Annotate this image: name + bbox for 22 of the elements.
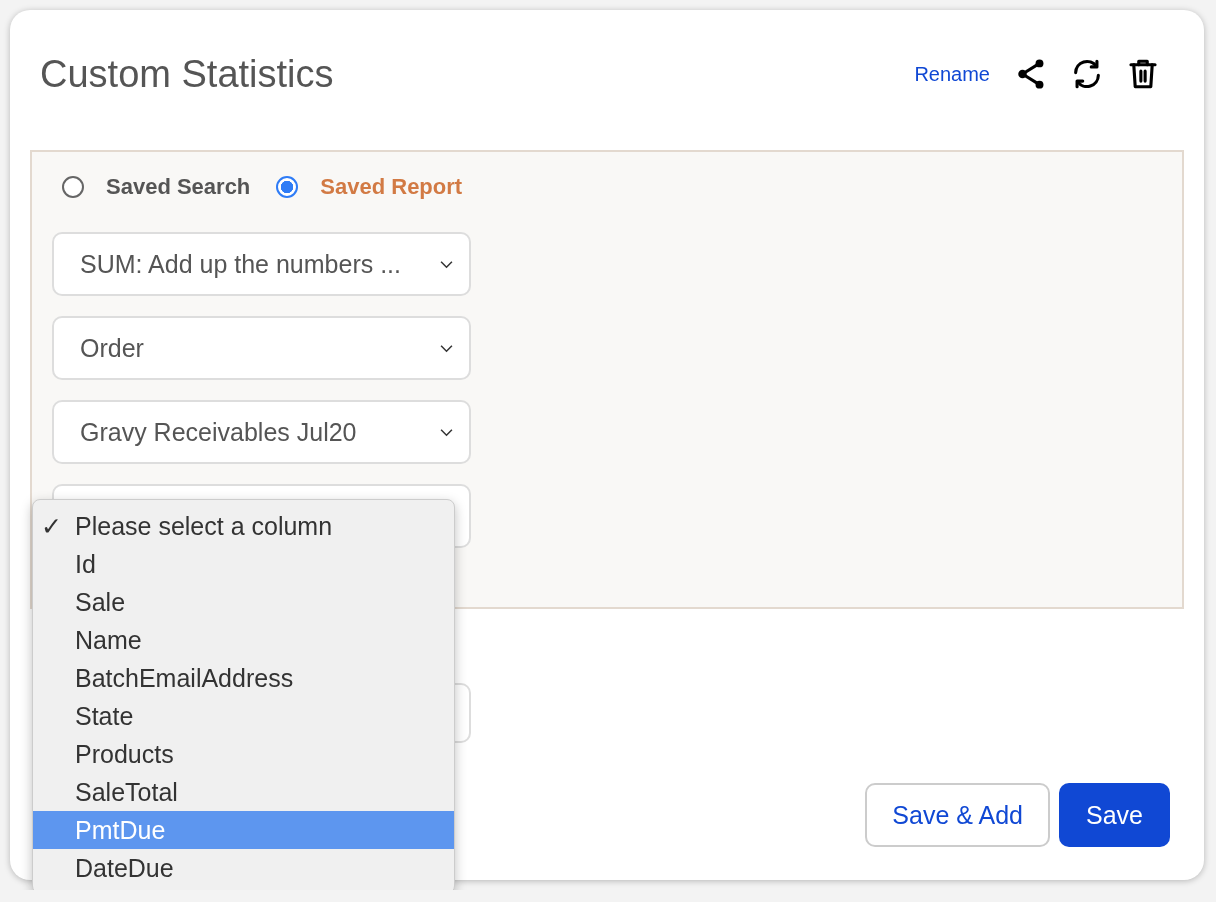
menu-item[interactable]: ✓ Please select a column [33, 507, 454, 545]
radio-button[interactable] [62, 176, 84, 198]
save-and-add-button[interactable]: Save & Add [865, 783, 1050, 847]
caret-icon [440, 343, 453, 353]
caret-icon [440, 427, 453, 437]
menu-item[interactable]: BatchEmailAddress [33, 659, 454, 697]
menu-item[interactable]: State [33, 697, 454, 735]
rename-link[interactable]: Rename [914, 62, 990, 86]
save-button[interactable]: Save [1059, 783, 1170, 847]
menu-item[interactable]: Sale [33, 583, 454, 621]
select-field[interactable]: Order [52, 316, 471, 380]
radio-label[interactable]: Saved Search [106, 174, 251, 200]
menu-item[interactable]: Products [33, 735, 454, 773]
menu-item[interactable]: SaleTotal [33, 773, 454, 811]
menu-item[interactable]: Name [33, 621, 454, 659]
caret-icon [440, 259, 453, 269]
menu-item[interactable]: Id [33, 545, 454, 583]
select-field[interactable]: Gravy Receivables Jul20 [52, 400, 471, 464]
radio-button[interactable] [276, 176, 299, 198]
select-field[interactable]: SUM: Add up the numbers ... [52, 232, 471, 296]
card-title: Custom Statistics [40, 52, 334, 96]
menu-item[interactable]: DateDue [33, 849, 454, 887]
